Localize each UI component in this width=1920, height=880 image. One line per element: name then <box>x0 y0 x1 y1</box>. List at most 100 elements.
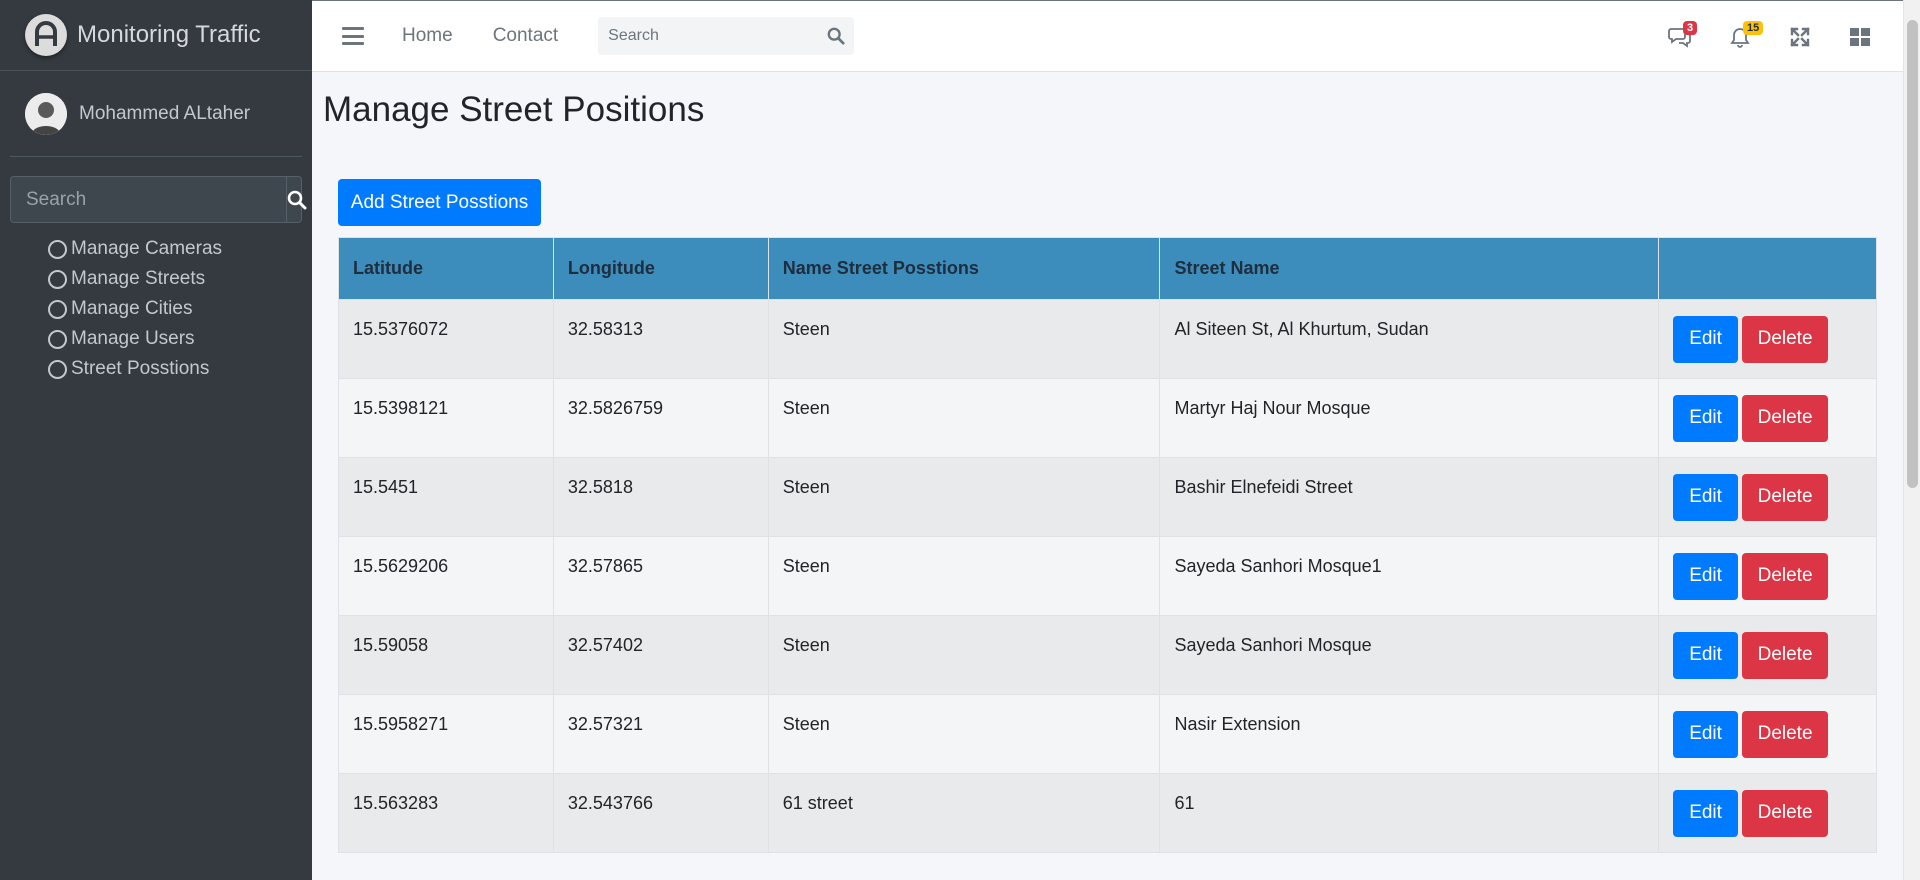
top-navbar: Home Contact 3 15 <box>312 0 1920 72</box>
table-row: 15.5451 32.5818 Steen Bashir Elnefeidi S… <box>338 457 1877 537</box>
edit-button[interactable]: Edit <box>1673 631 1739 679</box>
search-icon <box>827 27 845 45</box>
table-cell: Martyr Haj Nour Mosque <box>1159 378 1660 458</box>
navbar-search-input[interactable] <box>598 27 819 45</box>
avatar <box>25 92 67 135</box>
table-cell: Steen <box>767 615 1161 695</box>
sidebar-item-street-posstions[interactable]: Street Posstions <box>48 354 222 384</box>
notifications-button[interactable]: 15 <box>1710 17 1770 57</box>
delete-button[interactable]: Delete <box>1742 552 1829 600</box>
sidebar-item-label: Manage Streets <box>71 268 206 289</box>
table-row: 15.59058 32.57402 Steen Sayeda Sanhori M… <box>338 615 1877 695</box>
scrollbar-thumb[interactable] <box>1907 20 1918 488</box>
delete-button[interactable]: Delete <box>1742 394 1829 442</box>
table-row: 15.5398121 32.5826759 Steen Martyr Haj N… <box>338 378 1877 458</box>
sidebar-item-label: Street Posstions <box>71 358 210 379</box>
actions-cell: Edit Delete <box>1658 773 1877 853</box>
page-title: Manage Street Positions <box>323 90 705 129</box>
delete-button[interactable]: Delete <box>1742 710 1829 758</box>
column-header: Latitude <box>338 237 554 300</box>
nav-link-contact[interactable]: Contact <box>493 25 558 47</box>
actions-cell: Edit Delete <box>1658 694 1877 774</box>
messages-count-badge: 3 <box>1683 21 1698 35</box>
table-cell: Sayeda Sanhori Mosque1 <box>1159 536 1660 616</box>
actions-cell: Edit Delete <box>1658 457 1877 537</box>
table-row: 15.5958271 32.57321 Steen Nasir Extensio… <box>338 694 1877 774</box>
user-panel[interactable]: Mohammed ALtaher <box>10 71 302 157</box>
table-row: 15.5376072 32.58313 Steen Al Siteen St, … <box>338 299 1877 379</box>
sidebar-item-manage-streets[interactable]: Manage Streets <box>48 264 222 294</box>
sidebar-search-input[interactable] <box>11 177 286 222</box>
column-header: Street Name <box>1159 237 1660 300</box>
messages-button[interactable]: 3 <box>1650 17 1710 57</box>
brand-link[interactable]: Monitoring Traffic <box>0 0 312 71</box>
sidebar-search-button[interactable] <box>286 177 307 222</box>
table-cell: Steen <box>767 299 1161 379</box>
table-cell: Steen <box>767 536 1161 616</box>
sidebar-item-manage-users[interactable]: Manage Users <box>48 324 222 354</box>
expand-icon <box>1790 27 1810 47</box>
table-cell: Nasir Extension <box>1159 694 1660 774</box>
delete-button[interactable]: Delete <box>1742 473 1829 521</box>
navbar-search-button[interactable] <box>818 27 854 45</box>
sidebar-item-label: Manage Cameras <box>71 238 223 259</box>
circle-icon <box>48 269 67 289</box>
table-row: 15.5629206 32.57865 Steen Sayeda Sanhori… <box>338 536 1877 616</box>
edit-button[interactable]: Edit <box>1673 315 1739 363</box>
column-header: Name Street Posstions <box>767 237 1161 300</box>
table-cell: 61 <box>1159 773 1660 853</box>
table-cell: 15.5958271 <box>338 694 554 774</box>
navbar-search <box>598 17 855 55</box>
table-header-row: Latitude Longitude Name Street Posstions… <box>338 237 1877 300</box>
table-cell: 15.5629206 <box>338 536 554 616</box>
brand-title: Monitoring Traffic <box>77 21 261 48</box>
table-cell: 32.57402 <box>552 615 769 695</box>
delete-button[interactable]: Delete <box>1742 631 1829 679</box>
circle-icon <box>48 239 67 259</box>
table-cell: Steen <box>767 694 1161 774</box>
sidebar-item-manage-cameras[interactable]: Manage Cameras <box>48 234 222 264</box>
page-scrollbar[interactable] <box>1903 0 1920 880</box>
sidebar-item-label: Manage Cities <box>71 298 193 319</box>
search-icon <box>287 190 307 209</box>
table-cell: Al Siteen St, Al Khurtum, Sudan <box>1159 299 1660 379</box>
sidebar-item-label: Manage Users <box>71 328 195 349</box>
sidebar-search <box>10 176 307 223</box>
table-cell: 61 street <box>767 773 1161 853</box>
edit-button[interactable]: Edit <box>1673 789 1739 837</box>
edit-button[interactable]: Edit <box>1673 710 1739 758</box>
delete-button[interactable]: Delete <box>1742 789 1829 837</box>
table-cell: Bashir Elnefeidi Street <box>1159 457 1660 537</box>
table-cell: Sayeda Sanhori Mosque <box>1159 615 1660 695</box>
column-header-actions <box>1658 237 1877 300</box>
actions-cell: Edit Delete <box>1658 299 1877 379</box>
actions-cell: Edit Delete <box>1658 615 1877 695</box>
edit-button[interactable]: Edit <box>1673 552 1739 600</box>
navbar-icons: 3 15 <box>1650 1 1890 73</box>
delete-button[interactable]: Delete <box>1742 315 1829 363</box>
table-cell: 32.58313 <box>552 299 769 379</box>
sidebar-nav: Manage Cameras Manage Streets Manage Cit… <box>48 234 222 384</box>
menu-toggle-icon[interactable] <box>342 27 364 45</box>
add-street-positions-button[interactable]: Add Street Posstions <box>338 179 541 226</box>
table-cell: 15.563283 <box>338 773 554 853</box>
nav-link-home[interactable]: Home <box>402 25 453 47</box>
fullscreen-button[interactable] <box>1770 17 1830 57</box>
table-cell: 32.543766 <box>552 773 769 853</box>
edit-button[interactable]: Edit <box>1673 394 1739 442</box>
table-cell: 15.5376072 <box>338 299 554 379</box>
control-sidebar-button[interactable] <box>1830 17 1890 57</box>
table-cell: 32.57865 <box>552 536 769 616</box>
circle-icon <box>48 299 67 319</box>
circle-icon <box>48 359 67 379</box>
user-name: Mohammed ALtaher <box>79 102 251 124</box>
sidebar: Monitoring Traffic Mohammed ALtaher Mana… <box>0 0 312 880</box>
sidebar-item-manage-cities[interactable]: Manage Cities <box>48 294 222 324</box>
table-row: 15.563283 32.543766 61 street 61 Edit Del… <box>338 773 1877 853</box>
edit-button[interactable]: Edit <box>1673 473 1739 521</box>
actions-cell: Edit Delete <box>1658 378 1877 458</box>
table-cell: Steen <box>767 378 1161 458</box>
table-cell: Steen <box>767 457 1161 537</box>
actions-cell: Edit Delete <box>1658 536 1877 616</box>
street-positions-table: Latitude Longitude Name Street Posstions… <box>338 237 1877 853</box>
